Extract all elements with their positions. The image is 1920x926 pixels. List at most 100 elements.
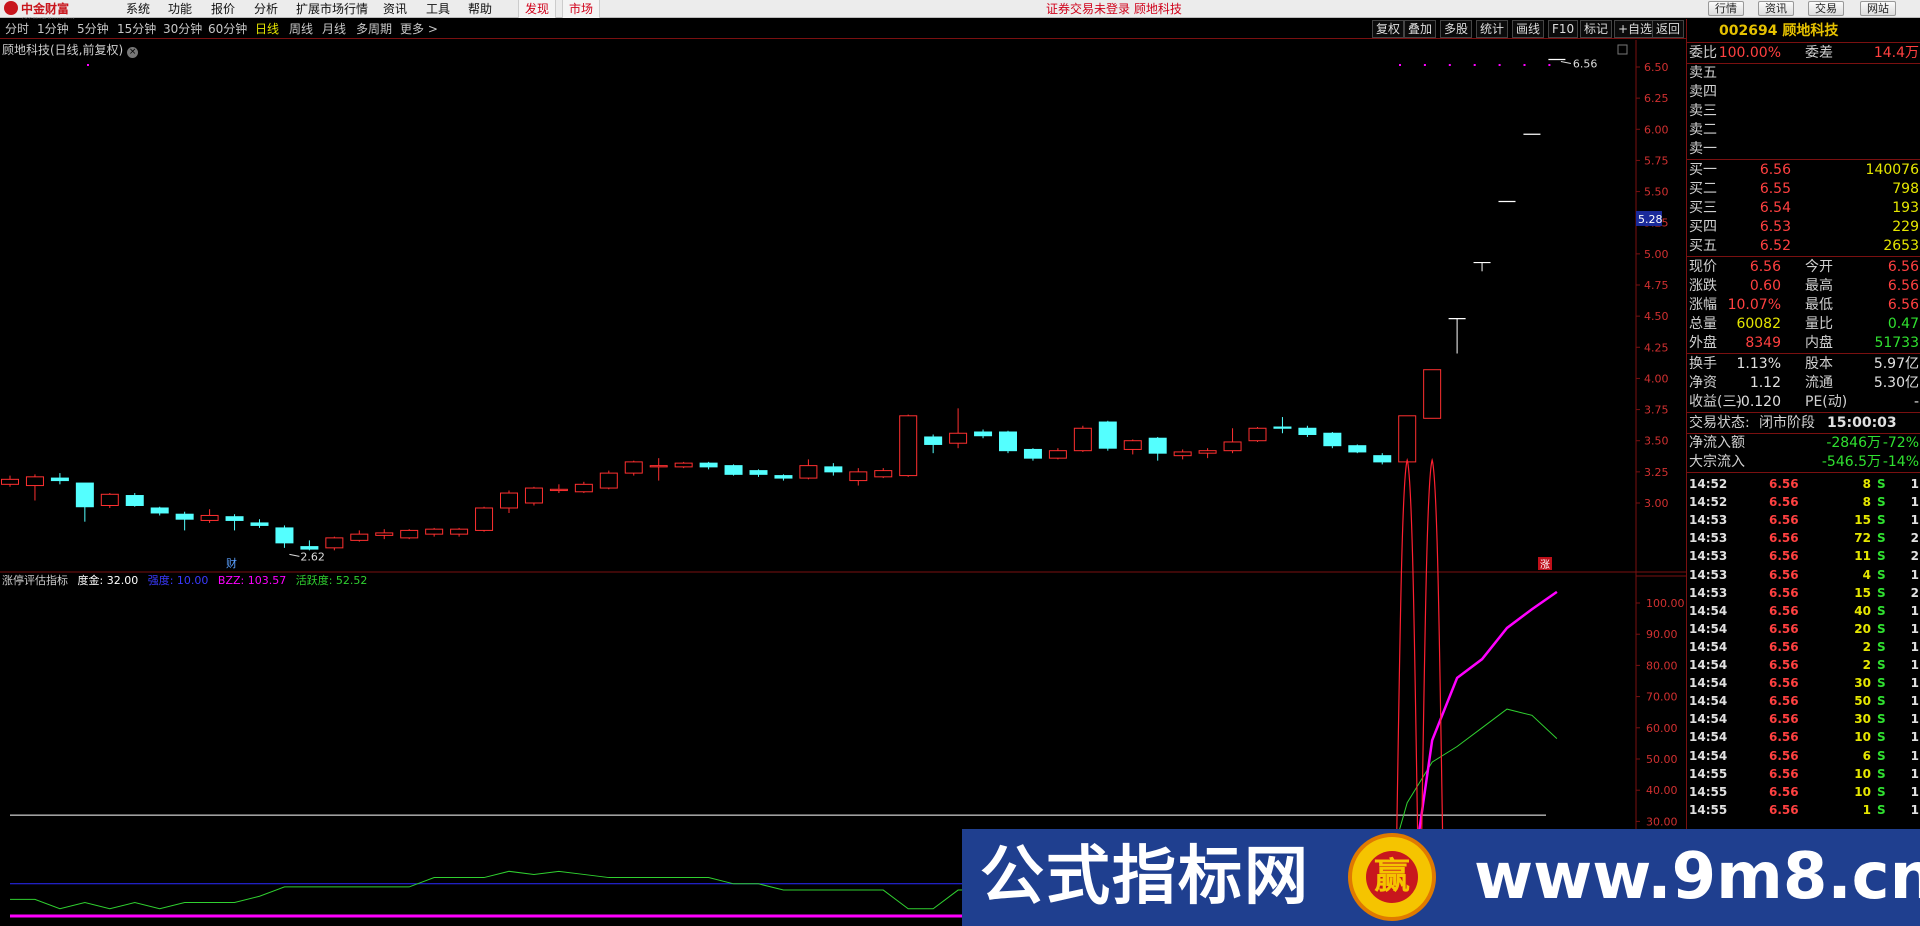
top-website-button[interactable]: 网站 bbox=[1860, 1, 1896, 16]
tick-volume: 2 bbox=[1862, 639, 1871, 654]
stat-row: 收益(三) -0.120 PE(动) - bbox=[1687, 393, 1920, 412]
stat-row: 外盘 8349 内盘 51733 bbox=[1687, 334, 1920, 353]
bid-label: 买四 bbox=[1689, 219, 1717, 235]
candle bbox=[1348, 444, 1367, 454]
candle-body bbox=[1348, 445, 1367, 453]
candle-body bbox=[500, 492, 518, 509]
candle-body bbox=[1423, 369, 1442, 419]
candle-body bbox=[974, 431, 993, 437]
candle-body bbox=[999, 431, 1017, 452]
candle bbox=[724, 464, 743, 476]
tick-time: 14:53 bbox=[1689, 549, 1728, 564]
tick-row: 14:55 6.56 1 S 1 bbox=[1687, 801, 1920, 819]
candle-body bbox=[1048, 450, 1067, 459]
candle-body bbox=[924, 436, 943, 445]
stat-label: 最低 bbox=[1805, 297, 1833, 313]
tick-price: 6.56 bbox=[1769, 513, 1799, 528]
flow-pct: -14% bbox=[1882, 454, 1919, 470]
stat-value: 8349 bbox=[1745, 335, 1781, 351]
candle-body bbox=[175, 513, 194, 520]
price-tick-label: 4.50 bbox=[1644, 310, 1669, 323]
stat-value: - bbox=[1913, 394, 1919, 410]
ask-row: 卖五 bbox=[1687, 64, 1920, 83]
candle-body bbox=[125, 495, 144, 506]
stat-label: 量比 bbox=[1805, 316, 1833, 332]
expand-icon bbox=[1617, 44, 1628, 55]
separator bbox=[1687, 472, 1920, 473]
signal-dot bbox=[1399, 64, 1401, 66]
price-tick-label: 3.00 bbox=[1644, 497, 1669, 510]
ask-label: 卖五 bbox=[1689, 65, 1717, 81]
trade-status-label: 交易状态: bbox=[1689, 415, 1750, 431]
price-tick-label: 5.75 bbox=[1644, 154, 1669, 167]
stat-value: 1.13% bbox=[1736, 356, 1781, 372]
candle bbox=[175, 511, 194, 531]
candle-body bbox=[899, 415, 918, 477]
tick-side: S bbox=[1877, 495, 1886, 510]
candle-body bbox=[425, 528, 444, 535]
current-price-tag: 5.28 bbox=[1638, 213, 1663, 226]
candle bbox=[874, 468, 893, 479]
tick-row: 14:53 6.56 15 S 1 bbox=[1687, 511, 1920, 529]
candle-body bbox=[300, 546, 319, 550]
bid-price: 6.56 bbox=[1759, 162, 1791, 178]
candle bbox=[1073, 425, 1092, 452]
stat-row: 涨幅 10.07% 最低 6.56 bbox=[1687, 296, 1920, 315]
stat-value: 51733 bbox=[1874, 335, 1919, 351]
candle bbox=[899, 414, 918, 477]
candle-body bbox=[400, 529, 419, 539]
candle-body bbox=[1373, 455, 1392, 463]
top-quote-button[interactable]: 行情 bbox=[1708, 1, 1744, 16]
tick-row: 14:54 6.56 50 S 1 bbox=[1687, 692, 1920, 710]
indicator-tick-label: 30.00 bbox=[1646, 815, 1678, 828]
candle bbox=[1223, 428, 1242, 454]
bid-row: 买三 6.54 193 bbox=[1687, 199, 1920, 218]
bid-label: 买一 bbox=[1689, 162, 1717, 178]
candle-body bbox=[1098, 421, 1117, 449]
candle bbox=[674, 461, 693, 469]
price-tick-label: 6.00 bbox=[1644, 123, 1669, 136]
tick-row: 14:52 6.56 8 S 1 bbox=[1687, 475, 1920, 493]
indicator-name[interactable]: 涨停评估指标 bbox=[2, 574, 68, 587]
kline-chart[interactable]: 6.506.256.005.755.505.255.004.754.504.25… bbox=[0, 0, 1686, 926]
tick-time: 14:54 bbox=[1689, 639, 1728, 654]
candle-body bbox=[1323, 432, 1342, 447]
candle-body bbox=[849, 471, 868, 482]
bid-label: 买五 bbox=[1689, 238, 1717, 254]
tick-side: S bbox=[1877, 712, 1886, 727]
stat-label: 流通 bbox=[1805, 375, 1833, 391]
app-window: 中金财富CICC Wealth Management 系统 功能 报价 分析 扩… bbox=[0, 0, 1920, 926]
candle-body bbox=[1223, 441, 1242, 452]
close-icon[interactable]: × bbox=[127, 47, 139, 58]
bid-row: 买五 6.52 2653 bbox=[1687, 237, 1920, 256]
stock-header: 002694 顾地科技 bbox=[1687, 19, 1920, 43]
tick-price: 6.56 bbox=[1769, 748, 1799, 763]
candle bbox=[1098, 420, 1117, 451]
tick-volume: 30 bbox=[1854, 712, 1871, 727]
stat-value: 0.60 bbox=[1749, 278, 1781, 294]
candle-body bbox=[749, 470, 768, 475]
tick-side: S bbox=[1877, 477, 1886, 491]
tick-side: S bbox=[1877, 748, 1886, 763]
tick-volume: 8 bbox=[1862, 495, 1871, 510]
stat-value: 1.12 bbox=[1749, 375, 1781, 391]
stat-label: 净资 bbox=[1689, 375, 1717, 391]
indicator-tick-label: 60.00 bbox=[1646, 722, 1678, 735]
candle-body bbox=[1298, 427, 1317, 435]
candle bbox=[275, 525, 294, 548]
top-trade-button[interactable]: 交易 bbox=[1808, 1, 1844, 16]
candle-body bbox=[674, 462, 693, 468]
stat-label: 内盘 bbox=[1805, 335, 1833, 351]
candle-body bbox=[25, 476, 44, 487]
ask-label: 卖四 bbox=[1689, 84, 1717, 100]
limit-marker: 涨 bbox=[1540, 559, 1550, 571]
bid-volume: 193 bbox=[1892, 200, 1919, 216]
candle bbox=[375, 529, 394, 540]
stat-label: PE(动) bbox=[1805, 394, 1848, 410]
ask-row: 卖一 bbox=[1687, 140, 1920, 159]
candle-body bbox=[100, 493, 119, 506]
tick-time: 14:52 bbox=[1689, 495, 1728, 510]
top-info-button[interactable]: 资讯 bbox=[1758, 1, 1794, 16]
trade-status: 闭市阶段 bbox=[1759, 415, 1815, 431]
tick-time: 14:54 bbox=[1689, 730, 1728, 745]
